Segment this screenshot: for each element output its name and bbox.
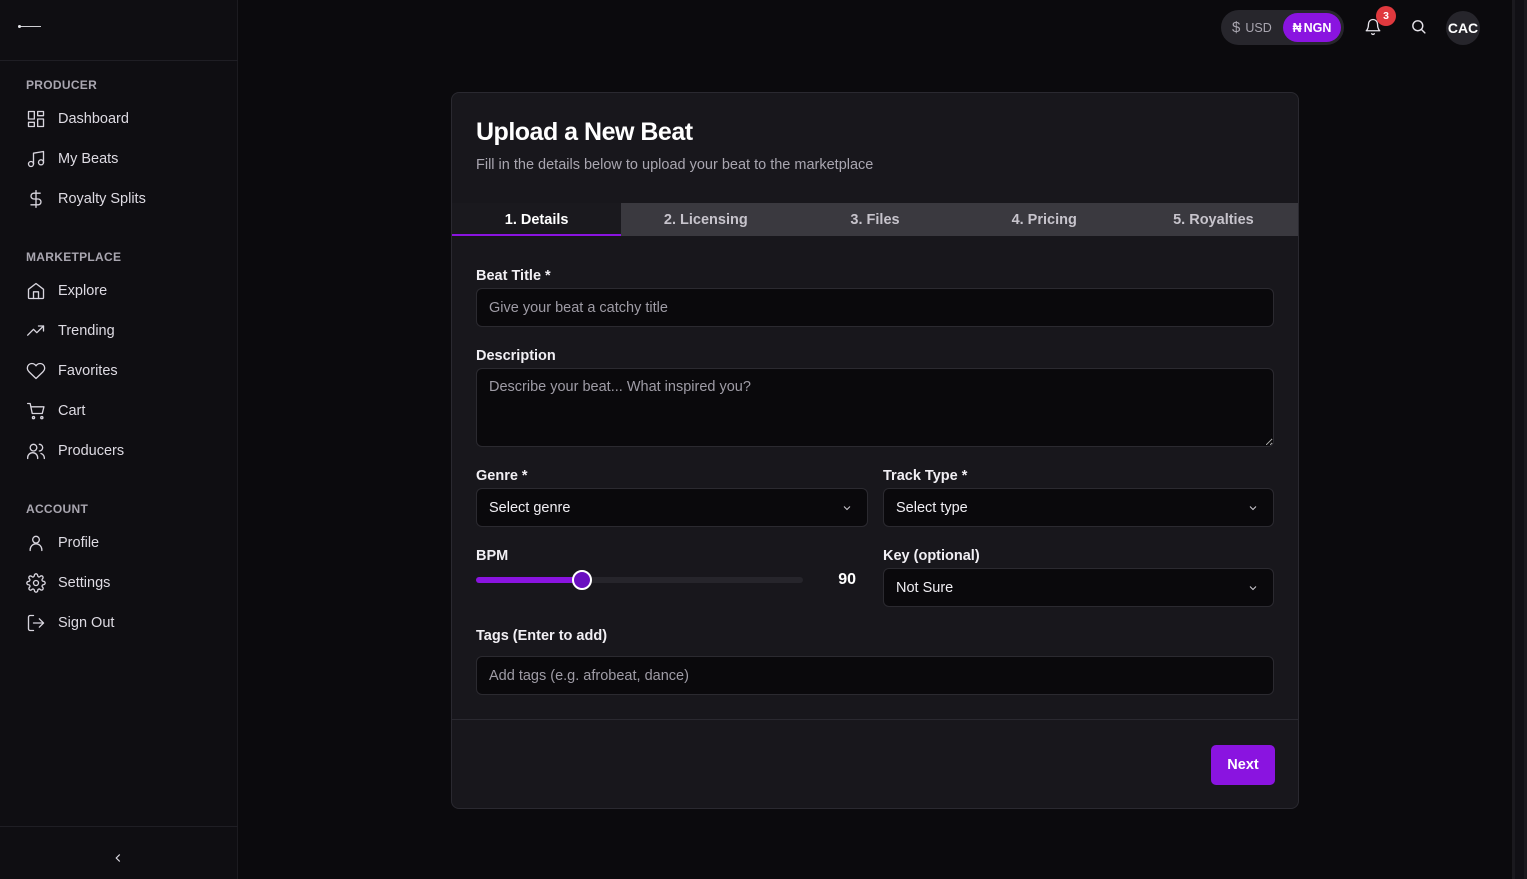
sidebar-item-royalty-splits[interactable]: Royalty Splits <box>26 187 146 211</box>
upload-steps-tabs: 1. Details 2. Licensing 3. Files 4. Pric… <box>452 203 1298 236</box>
description-textarea[interactable] <box>476 368 1274 447</box>
currency-ngn-label: NGN <box>1303 20 1332 35</box>
chevron-left-icon <box>115 854 121 862</box>
sidebar-divider <box>0 60 238 61</box>
chevron-down-icon <box>843 505 851 510</box>
page-subtitle: Fill in the details below to upload your… <box>476 157 874 173</box>
sidebar-item-trending[interactable]: Trending <box>26 319 115 343</box>
app-logo[interactable] <box>18 22 44 32</box>
key-label: Key (optional) <box>883 548 980 564</box>
sidebar-item-label: Profile <box>58 535 100 551</box>
cart-icon <box>26 401 46 421</box>
tab-details[interactable]: 1. Details <box>452 203 622 236</box>
currency-usd-option[interactable]: $ USD <box>1221 19 1283 36</box>
users-icon <box>26 441 46 461</box>
genre-select[interactable]: Select genre <box>476 488 868 527</box>
key-select[interactable]: Not Sure <box>883 568 1274 607</box>
bpm-value: 90 <box>838 571 856 588</box>
heart-icon <box>26 361 46 381</box>
tags-label: Tags (Enter to add) <box>476 628 608 644</box>
tab-files[interactable]: 3. Files <box>790 203 959 236</box>
chevron-down-icon <box>1249 505 1257 510</box>
sidebar-item-producers[interactable]: Producers <box>26 439 124 463</box>
search-icon <box>1412 20 1426 34</box>
tab-royalties[interactable]: 5. Royalties <box>1129 203 1298 236</box>
sidebar: PRODUCER Dashboard My Beats Royalty Spli… <box>0 0 238 879</box>
user-icon <box>26 533 46 553</box>
bpm-label: BPM <box>476 548 509 564</box>
bpm-slider-fill <box>476 577 583 583</box>
page-scrollbar[interactable] <box>1512 0 1527 879</box>
dollar-icon: $ <box>1232 19 1241 36</box>
tab-licensing[interactable]: 2. Licensing <box>621 203 790 236</box>
currency-ngn-option[interactable]: ₦ NGN <box>1283 13 1341 42</box>
sign-out-icon <box>26 613 46 633</box>
genre-label: Genre * <box>476 468 528 484</box>
key-select-value: Not Sure <box>896 579 954 596</box>
section-title-marketplace: MARKETPLACE <box>26 250 122 264</box>
search-button[interactable] <box>1410 18 1430 38</box>
beat-title-label: Beat Title * <box>476 268 551 284</box>
sidebar-item-label: Explore <box>58 283 108 299</box>
sidebar-item-favorites[interactable]: Favorites <box>26 359 118 383</box>
sidebar-item-dashboard[interactable]: Dashboard <box>26 107 129 131</box>
page-title: Upload a New Beat <box>476 118 693 146</box>
sidebar-item-label: Trending <box>58 323 115 339</box>
home-icon <box>26 281 46 301</box>
gear-icon <box>26 573 46 593</box>
card-divider <box>452 719 1298 720</box>
description-label: Description <box>476 348 556 364</box>
sidebar-item-label: Royalty Splits <box>58 191 146 207</box>
naira-icon: ₦ <box>1292 20 1302 35</box>
sidebar-item-explore[interactable]: Explore <box>26 279 107 303</box>
sidebar-item-cart[interactable]: Cart <box>26 399 85 423</box>
sidebar-item-label: Sign Out <box>58 615 115 631</box>
tags-input[interactable] <box>476 656 1274 695</box>
section-title-account: ACCOUNT <box>26 502 89 516</box>
currency-usd-label: USD <box>1245 20 1272 35</box>
dollar-icon <box>26 189 46 209</box>
section-title-producer: PRODUCER <box>26 78 98 92</box>
trending-up-icon <box>26 321 46 341</box>
notification-count-badge: 3 <box>1376 6 1396 26</box>
sidebar-item-sign-out[interactable]: Sign Out <box>26 611 114 635</box>
sidebar-item-settings[interactable]: Settings <box>26 571 110 595</box>
sidebar-item-label: Favorites <box>58 363 118 379</box>
sidebar-item-my-beats[interactable]: My Beats <box>26 147 118 171</box>
music-note-icon <box>26 149 46 169</box>
sidebar-item-label: Settings <box>58 575 111 591</box>
beat-title-input[interactable] <box>476 288 1274 327</box>
track-type-select[interactable]: Select type <box>883 488 1274 527</box>
scrollbar-thumb[interactable] <box>1515 0 1524 879</box>
sidebar-divider <box>0 826 238 827</box>
upload-beat-card: Upload a New Beat Fill in the details be… <box>451 92 1299 809</box>
sidebar-item-profile[interactable]: Profile <box>26 531 99 555</box>
track-type-label: Track Type * <box>883 468 968 484</box>
bpm-slider[interactable] <box>476 570 803 590</box>
tab-pricing[interactable]: 4. Pricing <box>960 203 1129 236</box>
next-button[interactable]: Next <box>1211 745 1275 785</box>
sidebar-item-label: Producers <box>58 443 125 459</box>
bpm-slider-thumb[interactable] <box>572 570 593 590</box>
sidebar-item-label: Cart <box>58 403 86 419</box>
genre-select-value: Select genre <box>489 499 571 516</box>
user-avatar[interactable]: CAC <box>1446 11 1480 45</box>
track-type-select-value: Select type <box>896 499 968 516</box>
currency-toggle: $ USD ₦ NGN <box>1221 10 1344 45</box>
chevron-down-icon <box>1249 585 1257 590</box>
collapse-sidebar-button[interactable] <box>108 848 128 868</box>
dashboard-icon <box>26 109 46 129</box>
sidebar-item-label: Dashboard <box>58 111 129 127</box>
sidebar-item-label: My Beats <box>58 151 119 167</box>
